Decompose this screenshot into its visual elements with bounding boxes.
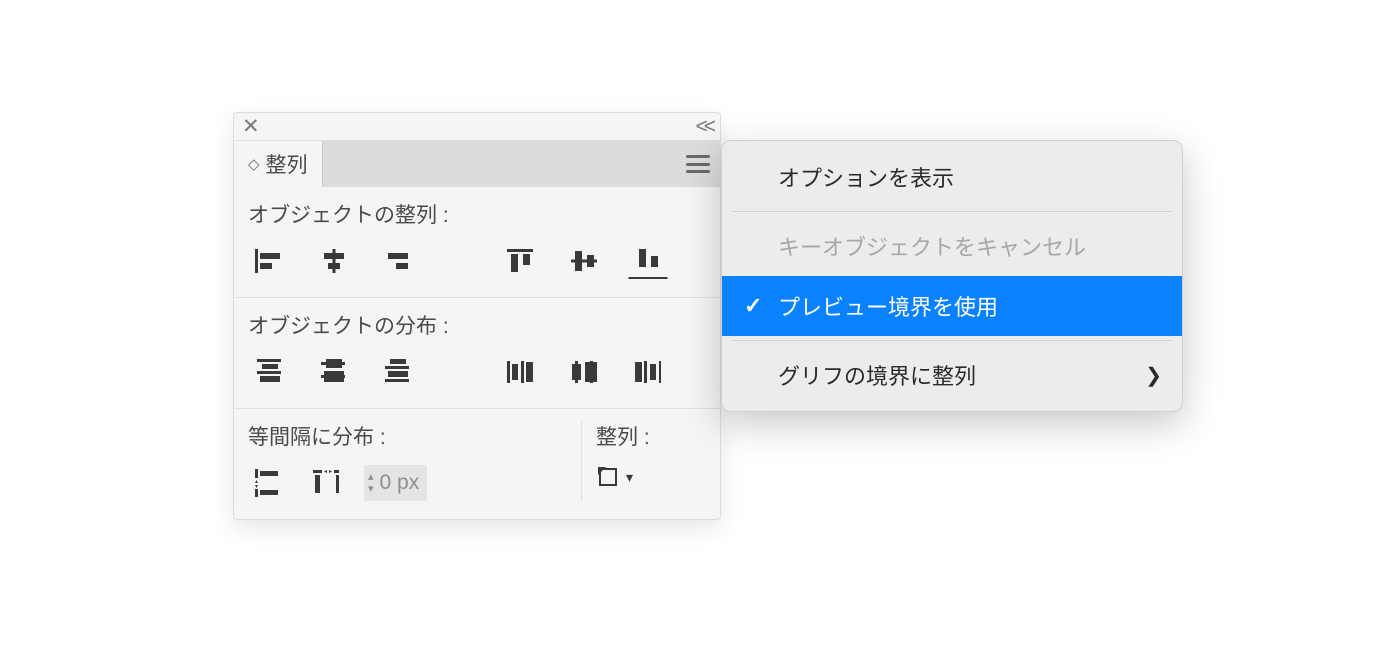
chevron-right-icon: ❯ bbox=[1145, 363, 1162, 388]
align-right-icon bbox=[383, 249, 409, 273]
vspace-icon bbox=[255, 469, 281, 497]
align-vcenter-button[interactable] bbox=[564, 243, 604, 279]
section-distribute-objects: オブジェクトの分布 : bbox=[234, 298, 720, 409]
chevron-down-icon: ▾ bbox=[626, 469, 633, 486]
hspace-icon bbox=[313, 470, 339, 496]
align-top-button[interactable] bbox=[500, 243, 540, 279]
hdist-center-icon bbox=[571, 359, 597, 385]
hdist-right-icon bbox=[635, 359, 661, 385]
section-alignto-label: 整列 : bbox=[596, 421, 706, 451]
section-spacing-and-alignto: 等間隔に分布 : ▴▾ 0 px 整列 : bbox=[234, 409, 720, 519]
align-right-button[interactable] bbox=[376, 243, 416, 279]
hspace-button[interactable] bbox=[306, 465, 346, 501]
panel-menu-button[interactable] bbox=[676, 141, 720, 187]
section-spacing-label: 等間隔に分布 : bbox=[248, 421, 567, 451]
align-left-button[interactable] bbox=[248, 243, 288, 279]
collapse-double-arrow-icon[interactable]: << bbox=[695, 115, 712, 139]
artboard-icon bbox=[596, 465, 620, 489]
hamburger-icon bbox=[686, 155, 710, 173]
section-align-objects-label: オブジェクトの整列 : bbox=[248, 199, 706, 229]
align-hcenter-button[interactable] bbox=[312, 243, 352, 279]
menu-item-label: グリフの境界に整列 bbox=[778, 359, 976, 391]
panel-flyout-menu: オプションを表示 キーオブジェクトをキャンセル プレビュー境界を使用 グリフの境… bbox=[721, 140, 1183, 412]
close-icon[interactable]: ✕ bbox=[242, 116, 260, 137]
tab-empty-area bbox=[323, 141, 676, 187]
hdist-center-button[interactable] bbox=[564, 354, 604, 390]
align-top-icon bbox=[507, 249, 533, 273]
vdist-top-icon bbox=[255, 359, 281, 385]
align-bottom-icon bbox=[635, 249, 661, 271]
menu-item-show-options[interactable]: オプションを表示 bbox=[722, 147, 1182, 207]
vdist-center-button[interactable] bbox=[312, 354, 352, 390]
panel-titlebar: ✕ << bbox=[234, 113, 720, 141]
tab-align[interactable]: ◇ 整列 bbox=[234, 141, 323, 187]
stepper-icon[interactable]: ▴▾ bbox=[368, 472, 374, 495]
vdist-center-icon bbox=[319, 359, 345, 385]
section-align-objects: オブジェクトの整列 : bbox=[234, 187, 720, 298]
hdist-right-button[interactable] bbox=[628, 354, 668, 390]
menu-item-use-preview-bounds[interactable]: プレビュー境界を使用 bbox=[722, 276, 1182, 336]
hdist-left-button[interactable] bbox=[500, 354, 540, 390]
menu-item-align-glyph-bounds[interactable]: グリフの境界に整列 ❯ bbox=[722, 345, 1182, 405]
vspace-button[interactable] bbox=[248, 465, 288, 501]
align-panel: ✕ << ◇ 整列 オブジェクトの整列 : bbox=[233, 112, 721, 520]
align-to-dropdown[interactable]: ▾ bbox=[596, 465, 706, 489]
panel-tab-row: ◇ 整列 bbox=[234, 141, 720, 187]
vdist-bottom-icon bbox=[383, 359, 409, 385]
expand-icon: ◇ bbox=[248, 157, 260, 172]
menu-divider bbox=[732, 340, 1172, 341]
align-left-icon bbox=[255, 249, 281, 273]
align-bottom-button[interactable] bbox=[628, 243, 668, 279]
menu-divider bbox=[732, 211, 1172, 212]
menu-item-label: プレビュー境界を使用 bbox=[778, 290, 998, 322]
menu-item-label: キーオブジェクトをキャンセル bbox=[778, 230, 1086, 262]
spacing-value-text: 0 px bbox=[380, 471, 420, 495]
menu-item-cancel-key-object: キーオブジェクトをキャンセル bbox=[722, 216, 1182, 276]
align-hcenter-icon bbox=[319, 249, 345, 273]
tab-align-label: 整列 bbox=[266, 149, 308, 179]
spacing-value-field[interactable]: ▴▾ 0 px bbox=[364, 465, 427, 501]
menu-item-label: オプションを表示 bbox=[778, 161, 954, 193]
section-distribute-objects-label: オブジェクトの分布 : bbox=[248, 310, 706, 340]
vdist-top-button[interactable] bbox=[248, 354, 288, 390]
hdist-left-icon bbox=[507, 359, 533, 385]
vdist-bottom-button[interactable] bbox=[376, 354, 416, 390]
align-vcenter-icon bbox=[571, 249, 597, 273]
